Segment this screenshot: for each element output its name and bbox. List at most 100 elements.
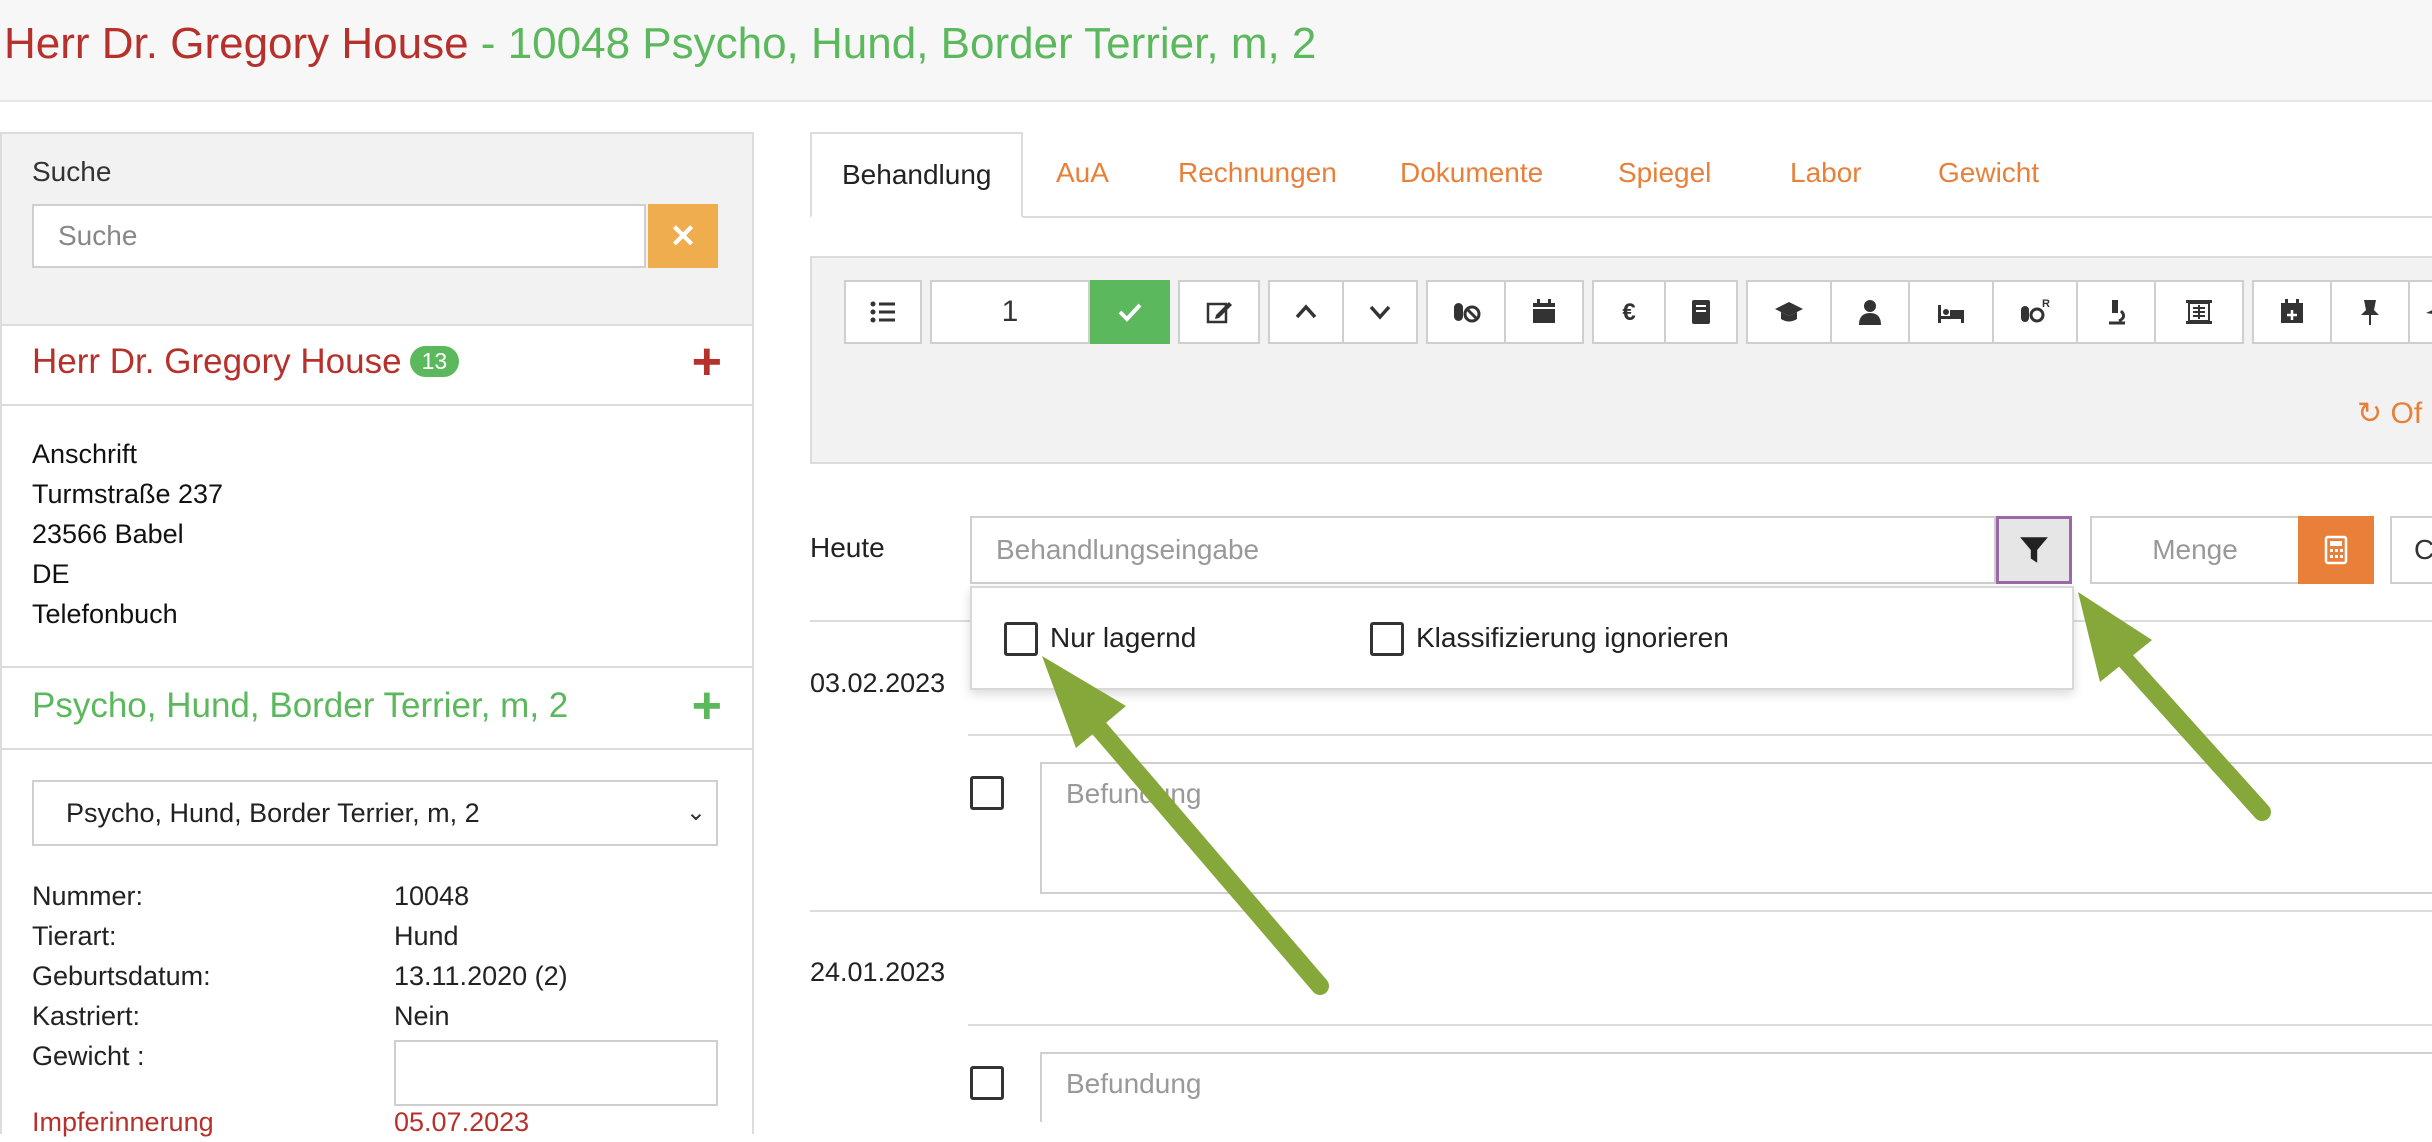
- divider: [968, 1024, 2432, 1026]
- list-icon: [870, 301, 895, 323]
- chevron-down-icon: [1369, 305, 1391, 320]
- quantity-value: 1: [1001, 295, 1019, 328]
- prescription-button[interactable]: R: [1992, 280, 2078, 344]
- calendar-plus-icon: [2281, 299, 2303, 323]
- in-stock-only-checkbox[interactable]: [1004, 622, 1038, 656]
- owner-name[interactable]: Herr Dr. Gregory House 13: [32, 342, 460, 382]
- xray-icon: [2186, 300, 2212, 324]
- left-sidebar: Suche ✕ Herr Dr. Gregory House13 + Ansch…: [0, 132, 754, 1137]
- tab-labor[interactable]: Labor: [1760, 132, 1892, 216]
- info-value: Nein: [394, 1001, 450, 1031]
- info-value: 13.11.2020 (2): [394, 961, 568, 991]
- info-row: Tierart: Hund: [32, 916, 732, 956]
- findings-input[interactable]: Befundung: [1040, 1052, 2432, 1122]
- quantity-input[interactable]: [2090, 516, 2300, 584]
- address-line: Turmstraße 237: [32, 479, 224, 509]
- info-row: Gewicht :: [32, 1036, 732, 1106]
- add-appointment-button[interactable]: [2252, 280, 2332, 344]
- page-header: Herr Dr. Gregory House - 10048 Psycho, H…: [0, 0, 2432, 102]
- header-owner-name: Herr Dr. Gregory House: [4, 19, 469, 68]
- tab-gewicht[interactable]: Gewicht: [1908, 132, 2069, 216]
- lab-button[interactable]: [2076, 280, 2156, 344]
- check-icon: [1118, 303, 1142, 322]
- pet-row[interactable]: Psycho, Hund, Border Terrier, m, 2 +: [2, 666, 752, 750]
- today-label: Heute: [810, 532, 885, 563]
- page-title: Herr Dr. Gregory House - 10048 Psycho, H…: [4, 16, 1316, 72]
- confirm-button[interactable]: [1090, 280, 1170, 344]
- tab-rechnungen[interactable]: Rechnungen: [1148, 132, 1367, 216]
- svg-text:R: R: [2042, 298, 2050, 310]
- inpatient-button[interactable]: [1908, 280, 1994, 344]
- info-row: Kastriert: Nein: [32, 996, 732, 1036]
- tab-aua[interactable]: AuA: [1026, 132, 1139, 216]
- send-button[interactable]: [2408, 280, 2432, 344]
- chevron-up-icon: [1295, 304, 1317, 319]
- info-label: Gewicht :: [32, 1041, 145, 1071]
- treatment-toolbar: 1 € R ↻ Of: [810, 256, 2432, 464]
- chevron-down-icon: ⌄: [685, 799, 706, 826]
- divider: [968, 734, 2432, 736]
- education-button[interactable]: [1746, 280, 1832, 344]
- add-pet-button[interactable]: +: [692, 678, 722, 734]
- pet-select[interactable]: Psycho, Hund, Border Terrier, m, 2 ⌄: [32, 780, 718, 846]
- book-button[interactable]: [1664, 280, 1738, 344]
- book-icon: [1692, 300, 1710, 324]
- tab-dokumente[interactable]: Dokumente: [1370, 132, 1573, 216]
- weight-input[interactable]: [394, 1040, 718, 1106]
- quantity-field[interactable]: 1: [930, 280, 1090, 344]
- bed-icon: [1938, 305, 1964, 323]
- offline-status[interactable]: ↻ Of: [2357, 396, 2422, 431]
- euro-icon: €: [1622, 299, 1635, 326]
- history-entry-checkbox[interactable]: [970, 776, 1004, 810]
- filter-button[interactable]: [1996, 516, 2072, 584]
- xray-button[interactable]: [2154, 280, 2244, 344]
- owner-name-text[interactable]: Herr Dr. Gregory House: [32, 342, 402, 381]
- graduation-cap-icon: [1775, 302, 1803, 322]
- info-label: Nummer:: [32, 881, 144, 911]
- search-label: Suche: [32, 156, 112, 187]
- refresh-icon: ↻: [2357, 397, 2383, 430]
- list-button[interactable]: [844, 280, 922, 344]
- invoice-button[interactable]: €: [1592, 280, 1666, 344]
- medication-button[interactable]: [1426, 280, 1506, 344]
- search-input[interactable]: [32, 204, 646, 268]
- calendar-button[interactable]: [1504, 280, 1584, 344]
- in-stock-only-label[interactable]: Nur lagernd: [1050, 622, 1196, 654]
- treatment-input[interactable]: [970, 516, 1996, 584]
- divider: [810, 910, 2432, 912]
- add-owner-button[interactable]: +: [692, 334, 722, 390]
- info-row: Geburtsdatum: 13.11.2020 (2): [32, 956, 732, 996]
- pin-button[interactable]: [2330, 280, 2410, 344]
- owner-row[interactable]: Herr Dr. Gregory House 13 +: [2, 324, 752, 406]
- findings-input[interactable]: Befundung: [1040, 762, 2432, 894]
- microscope-icon: [2109, 300, 2126, 325]
- vaccination-reminder-value: 05.07.2023: [394, 1107, 530, 1137]
- info-value: Hund: [394, 921, 459, 951]
- history-entry-checkbox[interactable]: [970, 1066, 1004, 1100]
- tab-bar: Behandlung AuA Rechnungen Dokumente Spie…: [810, 132, 2432, 218]
- phonebook-link[interactable]: Telefonbuch: [32, 594, 223, 634]
- history-date: 24.01.2023: [810, 957, 946, 987]
- move-up-button[interactable]: [1268, 280, 1344, 344]
- ignore-classification-checkbox[interactable]: [1370, 622, 1404, 656]
- tab-spiegel[interactable]: Spiegel: [1588, 132, 1741, 216]
- person-button[interactable]: [1830, 280, 1910, 344]
- extra-button[interactable]: C: [2390, 516, 2432, 584]
- pet-info: Nummer: 10048 Tierart: Hund Geburtsdatum: 1…: [32, 876, 732, 1142]
- move-down-button[interactable]: [1342, 280, 1418, 344]
- search-clear-button[interactable]: ✕: [648, 204, 718, 268]
- tab-behandlung[interactable]: Behandlung: [810, 132, 1024, 218]
- pet-name[interactable]: Psycho, Hund, Border Terrier, m, 2: [32, 686, 568, 726]
- header-pet-name: 10048 Psycho, Hund, Border Terrier, m, 2: [507, 19, 1317, 68]
- address-line: DE: [32, 559, 70, 589]
- edit-button[interactable]: [1178, 280, 1260, 344]
- calculator-button[interactable]: [2298, 516, 2374, 584]
- prescription-pills-icon: R: [2021, 298, 2050, 323]
- pet-select-value: Psycho, Hund, Border Terrier, m, 2: [66, 798, 480, 828]
- info-label: Kastriert:: [32, 1001, 141, 1031]
- plus-icon: +: [691, 677, 722, 735]
- edit-icon: [1206, 302, 1232, 324]
- info-value: 10048: [394, 881, 470, 911]
- ignore-classification-label[interactable]: Klassifizierung ignorieren: [1416, 622, 1729, 654]
- calculator-icon: [2324, 535, 2348, 565]
